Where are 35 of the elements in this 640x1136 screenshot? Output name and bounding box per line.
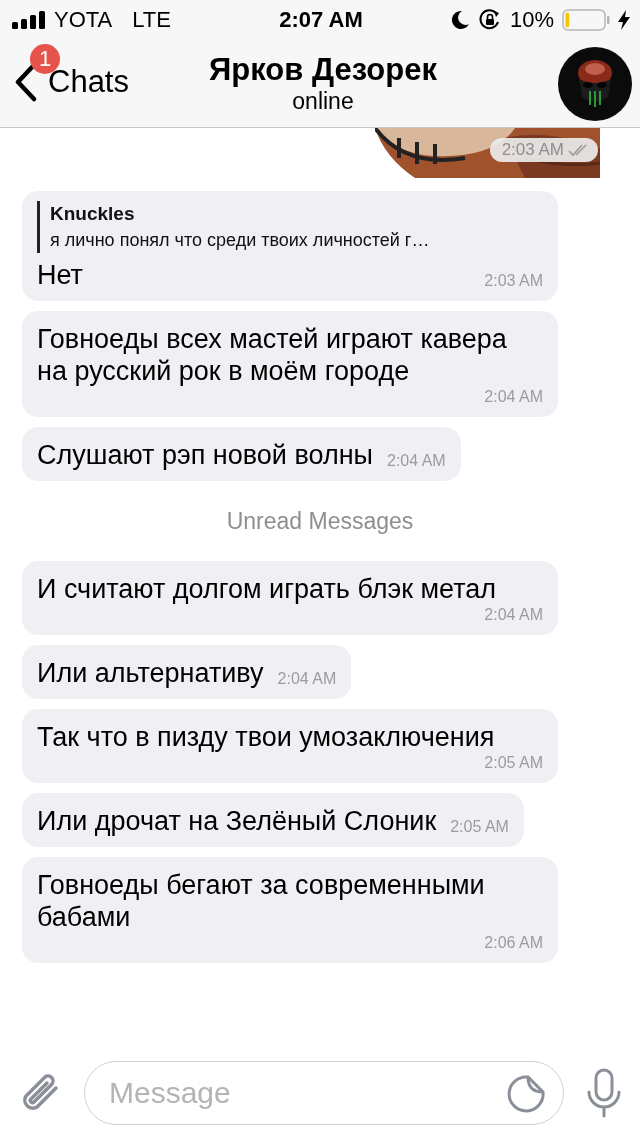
message-text: Слушают рэп новой волны	[37, 439, 373, 471]
microphone-icon	[586, 1068, 622, 1118]
message-text: Так что в пизду твои умозаключения	[37, 721, 495, 753]
message-text: И считают долгом играть блэк метал	[37, 573, 497, 605]
message-text: Или дрочат на Зелёный Слоник	[37, 805, 437, 837]
message-time: 2:04 AM	[484, 605, 543, 625]
message-time: 2:04 AM	[484, 387, 543, 407]
message-time: 2:04 AM	[387, 451, 446, 471]
sticker-icon	[506, 1074, 546, 1114]
network-type: LTE	[132, 7, 171, 33]
signal-icon	[12, 11, 46, 29]
message-field[interactable]: Message	[84, 1061, 564, 1125]
message-text: Нет	[37, 259, 83, 291]
clock: 2:07 AM	[279, 7, 363, 33]
battery-percent: 10%	[509, 7, 554, 33]
sticker-time: 2:03 AM	[489, 138, 598, 162]
carrier-name: YOTA	[54, 7, 113, 33]
message-time: 2:04 AM	[277, 669, 337, 689]
chat-title: Ярков Дезорек	[209, 52, 437, 88]
message-text: Или альтернативу	[37, 657, 264, 689]
reply-author: Knuckles	[50, 202, 136, 226]
message-time: 2:05 AM	[450, 817, 509, 837]
moon-icon	[449, 10, 470, 30]
online-status: online	[292, 88, 354, 115]
voice-button[interactable]	[586, 1068, 622, 1118]
reply-text: я лично понял что среди твоих личностей г…	[50, 229, 431, 252]
message-text: Говноеды бегают за современными бабами	[37, 869, 486, 933]
battery-icon	[562, 9, 610, 31]
message-time: 2:05 AM	[484, 753, 543, 773]
rotation-lock-icon	[477, 8, 502, 32]
sticker-button[interactable]	[506, 1074, 546, 1114]
message-time: 2:03 AM	[484, 271, 543, 291]
unread-divider-label: Unread Messages	[226, 507, 414, 535]
message-time: 2:06 AM	[484, 933, 543, 953]
message-text: Говноеды всех мастей играют кавера на русский рок в моём городе	[37, 323, 508, 387]
